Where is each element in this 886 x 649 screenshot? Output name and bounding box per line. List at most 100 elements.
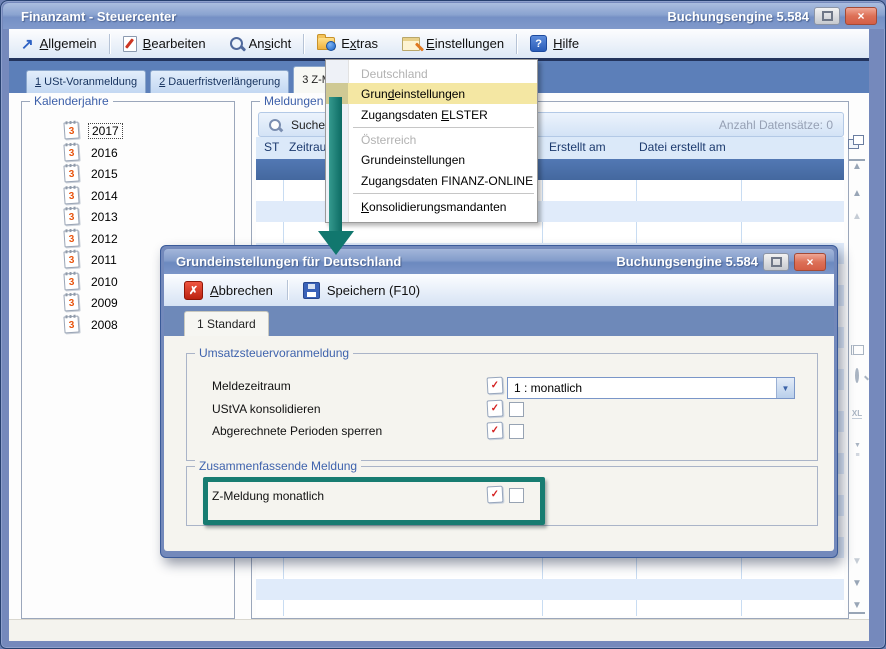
dialog-titlebar: Grundeinstellungen für Deutschland Buchu… bbox=[164, 249, 834, 274]
restore-icon bbox=[822, 11, 833, 21]
dialog-version: Buchungsengine 5.584 bbox=[616, 254, 758, 269]
filter-icon[interactable]: ▼≡ bbox=[849, 441, 865, 461]
tab-dauerfristverlaengerung[interactable]: 2 Dauerfristverlängerung bbox=[150, 70, 289, 93]
save-button[interactable]: Speichern (F10) bbox=[327, 283, 420, 298]
menu-label-einstellungen: Einstellungen bbox=[426, 36, 504, 51]
group-label: Umsatzsteuervoranmeldung bbox=[195, 346, 353, 360]
menu-item-extras[interactable]: Extras bbox=[305, 29, 390, 58]
combobox-value: 1 : monatlich bbox=[508, 381, 582, 395]
menu-item-grundeinstellungen-at[interactable]: Grundeinstellungen bbox=[326, 149, 537, 170]
year-item[interactable]: 32017 bbox=[64, 120, 123, 141]
grundeinstellungen-dialog: Grundeinstellungen für Deutschland Buchu… bbox=[160, 245, 838, 558]
menu-label-ansicht: Ansicht bbox=[249, 36, 292, 51]
scroll-to-bottom-icon[interactable]: ▼ bbox=[849, 601, 865, 614]
menu-label-hilfe: Hilfe bbox=[553, 36, 579, 51]
search-input[interactable]: Suche bbox=[291, 118, 325, 132]
columns-view-icon[interactable] bbox=[849, 345, 865, 358]
menu-item-zugangsdaten-elster[interactable]: Zugangsdaten ELSTER bbox=[326, 104, 537, 125]
magnifier-icon bbox=[230, 37, 243, 50]
ustva-konsolidieren-checkbox[interactable] bbox=[509, 402, 524, 417]
year-item[interactable]: 32014 bbox=[64, 185, 121, 206]
menu-item-grundeinstellungen-de[interactable]: Grundeinstellungen bbox=[326, 83, 537, 104]
chevron-down-icon[interactable]: ▼ bbox=[776, 378, 794, 398]
settings-icon bbox=[402, 37, 420, 51]
menu-item-einstellungen[interactable]: Einstellungen bbox=[390, 29, 516, 58]
calendar-icon: 3 bbox=[63, 164, 79, 182]
close-icon: × bbox=[806, 256, 813, 268]
calendar-icon: 3 bbox=[63, 315, 79, 333]
column-header-datei-erstellt-am[interactable]: Datei erstellt am bbox=[639, 140, 726, 154]
dialog-title: Grundeinstellungen für Deutschland bbox=[164, 254, 401, 269]
calendar-icon: 3 bbox=[63, 293, 79, 311]
calendar-icon: 3 bbox=[63, 207, 79, 225]
window-title: Finanzamt - Steuercenter bbox=[3, 9, 176, 24]
restore-icon bbox=[771, 257, 782, 267]
window-version: Buchungsengine 5.584 bbox=[667, 9, 809, 24]
year-item[interactable]: 3 2009 bbox=[64, 292, 121, 313]
menu-item-konsolidierungsmandanten[interactable]: Konsolidierungsmandanten bbox=[326, 196, 537, 217]
edit-page-icon bbox=[123, 36, 137, 52]
meldezeitraum-combobox[interactable]: 1 : monatlich ▼ bbox=[507, 377, 795, 399]
calendar-icon: 3 bbox=[63, 143, 79, 161]
column-header-st[interactable]: ST bbox=[264, 140, 279, 154]
dialog-toolbar: ✗ Abbrechen Speichern (F10) bbox=[164, 274, 834, 307]
kalenderjahre-label: Kalenderjahre bbox=[30, 94, 113, 108]
menu-separator bbox=[353, 127, 534, 128]
menu-item-bearbeiten[interactable]: Bearbeiten bbox=[111, 29, 218, 58]
field-check-icon: ✓ bbox=[487, 422, 504, 440]
toolbar-separator bbox=[287, 280, 289, 300]
tab-ust-voranmeldung[interactable]: 1 USt-Voranmeldung bbox=[26, 70, 146, 93]
folder-icon bbox=[317, 37, 335, 50]
ustva-konsolidieren-label: UStVA konsolidieren bbox=[212, 402, 321, 416]
umsatzsteuervoranmeldung-group: Umsatzsteuervoranmeldung Meldezeitraum ✓… bbox=[186, 353, 818, 461]
scroll-to-top-icon[interactable]: ▲ bbox=[849, 159, 865, 172]
calendar-icon: 3 bbox=[63, 250, 79, 268]
year-item[interactable]: 3 2013 bbox=[64, 206, 121, 227]
abgerechnete-perioden-checkbox[interactable] bbox=[509, 424, 524, 439]
year-item[interactable]: 3 2016 bbox=[64, 142, 121, 163]
field-check-icon: ✓ bbox=[487, 377, 504, 395]
dialog-restore-button[interactable] bbox=[763, 253, 789, 271]
menu-item-allgemein[interactable]: ↗ Allgemein bbox=[9, 29, 109, 58]
meldungen-label: Meldungen bbox=[260, 94, 327, 108]
einstellungen-dropdown-menu: Deutschland Grundeinstellungen Zugangsda… bbox=[325, 59, 538, 223]
year-item[interactable]: 32010 bbox=[64, 271, 121, 292]
cancel-button[interactable]: Abbrechen bbox=[210, 283, 273, 298]
group-label: Zusammenfassende Meldung bbox=[195, 459, 361, 473]
field-check-icon: ✓ bbox=[487, 400, 504, 418]
year-label: 2013 bbox=[88, 210, 121, 224]
menu-header-deutschland: Deutschland bbox=[326, 63, 537, 84]
menu-separator bbox=[353, 193, 534, 194]
menu-item-ansicht[interactable]: Ansicht bbox=[218, 29, 304, 58]
tab-standard[interactable]: 1 Standard bbox=[184, 311, 269, 336]
year-item[interactable]: 32008 bbox=[64, 314, 121, 335]
zoom-search-icon[interactable] bbox=[849, 371, 865, 381]
column-header-erstellt-am[interactable]: Erstellt am bbox=[549, 140, 606, 154]
year-label-selected: 2017 bbox=[88, 123, 123, 139]
year-item[interactable]: 32015 bbox=[64, 163, 121, 184]
search-icon bbox=[269, 119, 281, 131]
scroll-down-page-icon[interactable]: ▼ bbox=[849, 557, 865, 567]
dialog-close-button[interactable]: × bbox=[794, 253, 826, 271]
year-label: 2016 bbox=[88, 146, 121, 160]
close-button[interactable]: × bbox=[845, 7, 877, 25]
scroll-up-page-icon[interactable]: ▲ bbox=[849, 212, 865, 222]
restore-button[interactable] bbox=[814, 7, 840, 25]
menu-label-extras: Extras bbox=[341, 36, 378, 51]
menu-toolbar: ↗ Allgemein Bearbeiten Ansicht Extras Ei… bbox=[9, 29, 869, 59]
copy-columns-icon[interactable] bbox=[848, 135, 865, 150]
year-label: 2011 bbox=[88, 253, 120, 267]
dialog-body: Umsatzsteuervoranmeldung Meldezeitraum ✓… bbox=[164, 336, 834, 551]
year-label: 2009 bbox=[88, 296, 121, 310]
menu-item-hilfe[interactable]: ? Hilfe bbox=[518, 29, 591, 58]
calendar-icon: 3 bbox=[63, 272, 79, 290]
year-label: 2014 bbox=[88, 189, 121, 203]
scroll-up-icon[interactable]: ▲ bbox=[849, 189, 865, 199]
year-item[interactable]: 32012 bbox=[64, 228, 121, 249]
year-item[interactable]: 3 2011 bbox=[64, 249, 120, 270]
menu-item-zugangsdaten-finanz-online[interactable]: Zugangsdaten FINANZ-ONLINE bbox=[326, 170, 537, 191]
scroll-down-icon[interactable]: ▼ bbox=[849, 579, 865, 589]
excel-export-icon[interactable]: XL bbox=[849, 409, 865, 419]
menu-header-oesterreich: Österreich bbox=[326, 129, 537, 150]
abgerechnete-perioden-label: Abgerechnete Perioden sperren bbox=[212, 424, 382, 438]
